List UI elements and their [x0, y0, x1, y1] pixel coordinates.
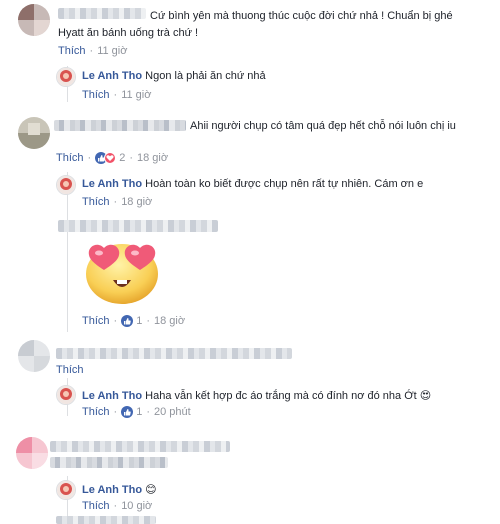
like-link[interactable]: Thích — [82, 500, 110, 512]
separator-dot: · — [113, 500, 118, 512]
blurred-commenter-name — [50, 441, 230, 452]
separator-dot: · — [113, 196, 118, 208]
like-link[interactable]: Thích — [58, 45, 86, 57]
reply-content: Le Anh Tho Hoàn toàn ko biết được chụp n… — [82, 178, 423, 190]
blurred-commenter-name — [58, 220, 218, 232]
comment-text: Ahii người chụp có tâm quá đẹp hết chỗ n… — [190, 120, 456, 132]
timestamp[interactable]: 18 giờ — [121, 196, 152, 208]
reply-text: Hoàn toàn ko biết được chụp nên rất tự n… — [145, 178, 424, 190]
reply-avatar[interactable] — [56, 175, 76, 195]
reply-content: Le Anh Tho 😊 — [82, 483, 157, 496]
separator-dot: · — [113, 315, 118, 327]
timestamp[interactable]: 11 giờ — [121, 89, 151, 101]
timestamp[interactable]: 18 giờ — [137, 152, 168, 164]
like-link[interactable]: Thích — [82, 196, 110, 208]
reply-text: Ngon là phải ăn chứ nhả — [145, 70, 266, 82]
reply-text: Haha vẫn kết hợp đc áo trắng mà có đính … — [145, 390, 417, 402]
heart-eyes-sticker — [82, 238, 162, 306]
separator-dot: · — [87, 152, 92, 164]
separator-dot: · — [113, 406, 118, 418]
reply-actions: Thích · 11 giờ — [82, 89, 151, 101]
commenter-avatar[interactable] — [18, 4, 50, 36]
reply-author-name[interactable]: Le Anh Tho — [82, 390, 142, 402]
separator-dot: · — [113, 89, 118, 101]
reaction-count[interactable]: 1 — [136, 406, 142, 418]
love-reaction-icon[interactable] — [104, 152, 117, 164]
commenter-avatar[interactable] — [18, 117, 50, 149]
reply-thread-line — [67, 172, 68, 332]
reaction-count[interactable]: 2 — [119, 152, 125, 164]
blurred-commenter-name — [54, 120, 186, 131]
reply-author-name[interactable]: Le Anh Tho — [82, 70, 142, 82]
reply-author-name[interactable]: Le Anh Tho — [82, 178, 142, 190]
timestamp[interactable]: 18 giờ — [154, 315, 185, 327]
smiling-emoji: 😊 — [145, 484, 157, 496]
blurred-comment-text — [56, 516, 156, 524]
like-link[interactable]: Thích — [56, 152, 84, 164]
comment-actions: Thích · 2 · 18 giờ — [56, 152, 168, 164]
reply-avatar[interactable] — [56, 480, 76, 500]
reply-actions: Thích · 18 giờ — [82, 196, 152, 208]
like-link[interactable]: Thích — [82, 406, 110, 418]
reply-content: Le Anh Tho Ngon là phải ăn chứ nhả — [82, 70, 266, 82]
timestamp[interactable]: 10 giờ — [121, 500, 152, 512]
separator-dot: · — [146, 315, 150, 327]
like-link[interactable]: Thích — [82, 89, 110, 101]
commenter-avatar[interactable] — [16, 437, 48, 469]
reply-avatar[interactable] — [56, 385, 76, 405]
comment-actions: Thích · 1 · 18 giờ — [82, 315, 185, 327]
comment-text: Cứ bình yên mà thuong thúc cuộc đời chứ … — [58, 10, 453, 39]
reply-actions: Thích · 1 · 20 phút — [82, 406, 191, 418]
blurred-commenter-name — [56, 348, 292, 359]
like-link[interactable]: Thích — [82, 315, 110, 327]
heart-eyes-emoji: 😍 — [419, 390, 432, 402]
reply-author-name[interactable]: Le Anh Tho — [82, 484, 142, 496]
comment-actions: Thích — [56, 364, 84, 376]
reaction-count[interactable]: 1 — [136, 315, 142, 327]
separator-dot: · — [129, 152, 133, 164]
separator-dot: · — [146, 406, 150, 418]
comment-actions: Thích · 11 giờ — [58, 45, 127, 57]
like-reaction-icon[interactable] — [121, 315, 134, 327]
reply-actions: Thích · 10 giờ — [82, 500, 152, 512]
timestamp[interactable]: 20 phút — [154, 406, 191, 418]
like-link[interactable]: Thích — [56, 364, 84, 376]
reply-content: Le Anh Tho Haha vẫn kết hợp đc áo trắng … — [82, 389, 431, 402]
separator-dot: · — [89, 45, 94, 57]
timestamp[interactable]: 11 giờ — [97, 45, 127, 57]
commenter-avatar[interactable] — [18, 340, 50, 372]
blurred-comment-text — [50, 457, 168, 468]
reply-avatar[interactable] — [56, 67, 76, 87]
like-reaction-icon[interactable] — [121, 406, 134, 418]
